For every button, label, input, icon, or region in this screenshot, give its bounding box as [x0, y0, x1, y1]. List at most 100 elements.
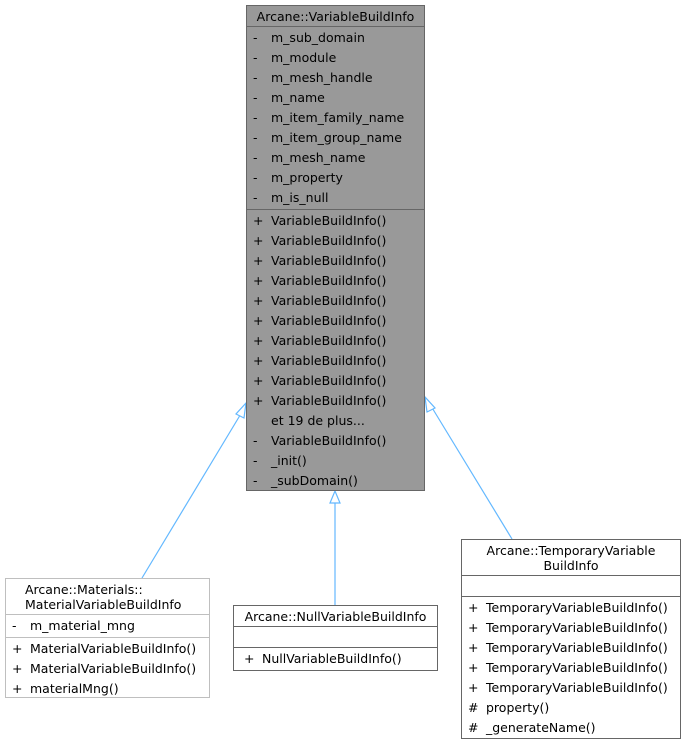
method-row[interactable]: # _generateName() — [462, 718, 680, 738]
member-name: TemporaryVariableBuildInfo() — [486, 660, 668, 675]
member-name: TemporaryVariableBuildInfo() — [486, 640, 668, 655]
class-material-variable-build-info[interactable]: Arcane::Materials:: MaterialVariableBuil… — [5, 578, 210, 698]
class-title-line1: Arcane::TemporaryVariable — [486, 543, 656, 558]
member-name: m_is_null — [271, 190, 329, 205]
attribute-row[interactable]: - m_property — [247, 168, 424, 188]
visibility-marker: - — [253, 70, 258, 85]
method-row[interactable]: + TemporaryVariableBuildInfo() — [462, 638, 680, 658]
visibility-marker: + — [253, 373, 264, 388]
visibility-marker: + — [12, 641, 23, 656]
method-row[interactable]: + VariableBuildInfo() — [247, 311, 424, 331]
member-name: TemporaryVariableBuildInfo() — [486, 680, 668, 695]
attributes-section: - m_material_mng — [6, 615, 209, 638]
attributes-section — [234, 627, 437, 648]
method-row[interactable]: - _init() — [247, 451, 424, 471]
method-row[interactable]: + VariableBuildInfo() — [247, 291, 424, 311]
visibility-marker: - — [12, 618, 17, 633]
visibility-marker: + — [253, 353, 264, 368]
method-row[interactable]: + VariableBuildInfo() — [247, 231, 424, 251]
class-title: Arcane::Materials:: MaterialVariableBuil… — [6, 579, 209, 615]
member-name: et 19 de plus... — [271, 413, 365, 428]
method-row[interactable]: + TemporaryVariableBuildInfo() — [462, 678, 680, 698]
attributes-section: - m_sub_domain - m_module - m_mesh_handle - m_n… — [247, 27, 424, 210]
visibility-marker: - — [253, 130, 258, 145]
class-title: Arcane::VariableBuildInfo — [247, 6, 424, 27]
method-row[interactable]: et 19 de plus... — [247, 411, 424, 431]
member-name: VariableBuildInfo() — [271, 293, 387, 308]
member-name: m_item_group_name — [271, 130, 402, 145]
attribute-row[interactable]: - m_is_null — [247, 188, 424, 208]
visibility-marker: + — [253, 293, 264, 308]
methods-section: + MaterialVariableBuildInfo() + MaterialVar… — [6, 638, 209, 700]
attribute-row[interactable]: - m_module — [247, 48, 424, 68]
member-name: _generateName() — [486, 720, 596, 735]
member-name: m_item_family_name — [271, 110, 405, 125]
member-name: TemporaryVariableBuildInfo() — [486, 620, 668, 635]
method-row[interactable]: + VariableBuildInfo() — [247, 351, 424, 371]
class-null-variable-build-info[interactable]: Arcane::NullVariableBuildInfo + NullVaria… — [233, 605, 438, 671]
method-row[interactable]: + VariableBuildInfo() — [247, 331, 424, 351]
member-name: m_name — [271, 90, 325, 105]
member-name: m_material_mng — [30, 618, 135, 633]
member-name: m_module — [271, 50, 337, 65]
method-row[interactable]: + MaterialVariableBuildInfo() — [6, 639, 209, 659]
method-row[interactable]: - VariableBuildInfo() — [247, 431, 424, 451]
attribute-row[interactable]: - m_mesh_name — [247, 148, 424, 168]
method-row[interactable]: # property() — [462, 698, 680, 718]
member-name: m_mesh_name — [271, 150, 366, 165]
methods-section: + TemporaryVariableBuildInfo() + TemporaryV… — [462, 597, 680, 739]
visibility-marker: + — [253, 393, 264, 408]
member-name: m_property — [271, 170, 343, 185]
visibility-marker: - — [253, 453, 258, 468]
member-name: VariableBuildInfo() — [271, 393, 387, 408]
attribute-row[interactable]: - m_item_group_name — [247, 128, 424, 148]
visibility-marker: # — [468, 700, 479, 715]
member-name: VariableBuildInfo() — [271, 253, 387, 268]
attribute-row[interactable]: - m_name — [247, 88, 424, 108]
class-title-line2: MaterialVariableBuildInfo — [25, 597, 182, 612]
method-row[interactable]: + VariableBuildInfo() — [247, 371, 424, 391]
methods-section: + NullVariableBuildInfo() — [234, 648, 437, 670]
method-row[interactable]: + NullVariableBuildInfo() — [238, 649, 437, 669]
class-title: Arcane::NullVariableBuildInfo — [234, 606, 437, 627]
visibility-marker: - — [253, 110, 258, 125]
visibility-marker: - — [253, 150, 258, 165]
method-row[interactable]: + MaterialVariableBuildInfo() — [6, 659, 209, 679]
arrowhead-null — [329, 489, 341, 504]
method-row[interactable]: + VariableBuildInfo() — [247, 271, 424, 291]
member-name: TemporaryVariableBuildInfo() — [486, 600, 668, 615]
member-name: VariableBuildInfo() — [271, 373, 387, 388]
attribute-row[interactable]: - m_sub_domain — [247, 28, 424, 48]
attributes-section — [462, 576, 680, 597]
member-name: property() — [486, 700, 550, 715]
member-name: m_mesh_handle — [271, 70, 373, 85]
attribute-row[interactable]: - m_item_family_name — [247, 108, 424, 128]
method-row[interactable]: + TemporaryVariableBuildInfo() — [462, 598, 680, 618]
method-row[interactable]: + VariableBuildInfo() — [247, 211, 424, 231]
member-name: materialMng() — [30, 681, 119, 696]
method-row[interactable]: + TemporaryVariableBuildInfo() — [462, 618, 680, 638]
visibility-marker: + — [468, 640, 479, 655]
visibility-marker: + — [244, 651, 255, 666]
method-row[interactable]: + TemporaryVariableBuildInfo() — [462, 658, 680, 678]
visibility-marker: - — [253, 30, 258, 45]
member-name: NullVariableBuildInfo() — [262, 651, 402, 666]
member-name: _init() — [271, 453, 307, 468]
method-row[interactable]: - _subDomain() — [247, 471, 424, 491]
visibility-marker: + — [253, 233, 264, 248]
method-row[interactable]: + materialMng() — [6, 679, 209, 699]
visibility-marker: - — [253, 473, 258, 488]
class-variable-build-info[interactable]: Arcane::VariableBuildInfo - m_sub_domain -… — [246, 5, 425, 491]
method-row[interactable]: + VariableBuildInfo() — [247, 251, 424, 271]
edge-material-to-base — [141, 411, 243, 579]
member-name: _subDomain() — [271, 473, 358, 488]
member-name: VariableBuildInfo() — [271, 273, 387, 288]
visibility-marker: + — [468, 600, 479, 615]
class-title: Arcane::TemporaryVariable BuildInfo — [462, 540, 680, 576]
class-temporary-variable-build-info[interactable]: Arcane::TemporaryVariable BuildInfo +Tem… — [461, 539, 681, 739]
visibility-marker: - — [253, 50, 258, 65]
attribute-row[interactable]: - m_material_mng — [6, 616, 209, 636]
attribute-row[interactable]: - m_mesh_handle — [247, 68, 424, 88]
method-row[interactable]: + VariableBuildInfo() — [247, 391, 424, 411]
visibility-marker: + — [12, 661, 23, 676]
